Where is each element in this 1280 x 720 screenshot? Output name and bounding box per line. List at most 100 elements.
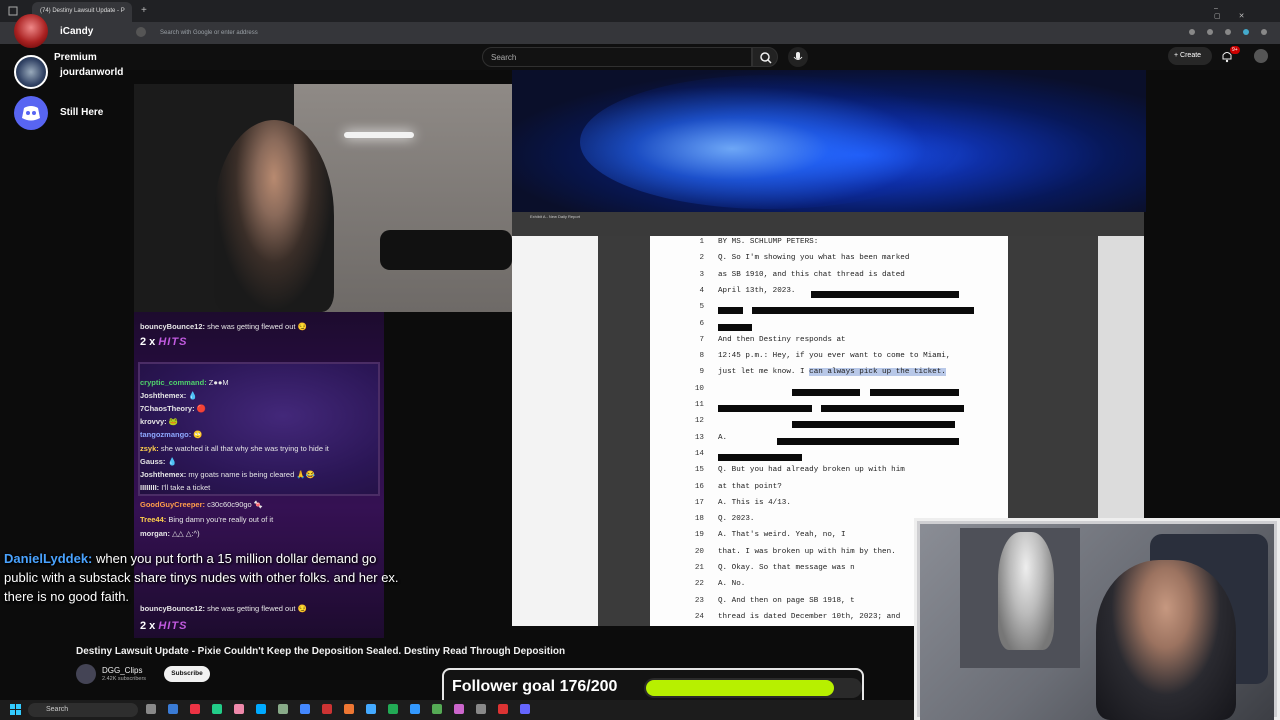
- line-text: Q. But you had already broken up with hi…: [718, 466, 905, 475]
- notification-badge: 9+: [1230, 46, 1240, 54]
- chat-message: 7ChaosTheory: 🔴: [140, 404, 206, 413]
- chat-text: she was getting flewed out 😏: [205, 322, 307, 331]
- windows-start-icon[interactable]: [10, 704, 21, 715]
- browser-tab[interactable]: (74) Destiny Lawsuit Update - P: [32, 2, 132, 22]
- line-number: 6: [699, 319, 704, 328]
- chat-username: zsyk:: [140, 444, 159, 453]
- line-number: 13: [694, 433, 704, 442]
- taskbar-app-icon[interactable]: [278, 704, 288, 714]
- taskbar-app-icon[interactable]: [520, 704, 530, 714]
- deposition-line: 14: [650, 450, 1008, 466]
- chat-username: GoodGuyCreeper:: [140, 500, 206, 509]
- line-number: 14: [694, 449, 704, 458]
- channel-name[interactable]: DGG_Clips: [102, 666, 142, 675]
- taskbar-app-icon[interactable]: [256, 704, 266, 714]
- taskbar-app-icon[interactable]: [168, 704, 178, 714]
- taskbar-app-icon[interactable]: [190, 704, 200, 714]
- taskbar-search[interactable]: Search: [28, 703, 138, 717]
- channel-avatar[interactable]: [76, 664, 96, 684]
- taskbar-app-icon[interactable]: [454, 704, 464, 714]
- line-number: 15: [694, 466, 704, 475]
- url-input[interactable]: Search with Google or enter address: [140, 26, 1040, 40]
- taskbar-app-icon[interactable]: [366, 704, 376, 714]
- chat-username: tangozmango:: [140, 430, 192, 439]
- line-number: 7: [699, 335, 704, 344]
- premium-label: Premium: [54, 52, 97, 63]
- chat-text: I'll take a ticket: [159, 483, 211, 492]
- create-label: Create: [1180, 52, 1202, 59]
- icandy-avatar: [14, 14, 48, 48]
- line-text: And then Destiny responds at: [718, 335, 846, 344]
- discord-icon: [14, 96, 48, 130]
- taskbar-app-icon[interactable]: [322, 704, 332, 714]
- chat-message: Joshthemex: my goats name is being clear…: [140, 470, 315, 479]
- search-button[interactable]: [752, 47, 778, 67]
- taskbar-app-icon[interactable]: [432, 704, 442, 714]
- subscribe-button[interactable]: Subscribe: [164, 666, 210, 682]
- search-icon: [760, 52, 772, 64]
- create-button[interactable]: + Create: [1168, 47, 1212, 65]
- browser-menu-icon[interactable]: [8, 6, 18, 16]
- taskbar-app-icon[interactable]: [300, 704, 310, 714]
- redaction-bar: [870, 388, 959, 396]
- deposition-line: 2 Q. So I'm showing you what has been ma…: [650, 254, 1008, 270]
- redaction-bar: [718, 453, 802, 461]
- taskbar-app-icon[interactable]: [476, 704, 486, 714]
- hits-word: HITS: [158, 620, 188, 632]
- webcam-light-bar: [344, 132, 414, 138]
- chat-text: 🙄: [191, 430, 203, 439]
- line-number: 1: [699, 238, 704, 246]
- chat-message: IIIIIIII: I'll take a ticket: [140, 483, 210, 492]
- taskbar-app-icon[interactable]: [234, 704, 244, 714]
- taskbar-app-icon[interactable]: [410, 704, 420, 714]
- line-number: 10: [694, 384, 704, 393]
- chat-message: cryptic_command: Z●●M: [140, 378, 229, 387]
- taskbar-app-icon[interactable]: [388, 704, 398, 714]
- chat-message: GoodGuyCreeper: c30c60c90go 🍬: [140, 500, 263, 509]
- chat-text: my goats name is being cleared 🙏😂: [186, 470, 315, 479]
- extensions-icons[interactable]: [1188, 28, 1268, 36]
- follower-goal-fill: [646, 680, 834, 696]
- follower-goal-label: Follower goal 176/200: [452, 678, 618, 695]
- chat-message: Joshthemex: 💧: [140, 391, 198, 400]
- line-text: A. That's weird. Yeah, no, I: [718, 531, 846, 540]
- deposition-line: 1 BY MS. SCHLUMP PETERS:: [650, 238, 1008, 254]
- taskbar-app-icon[interactable]: [344, 704, 354, 714]
- line-text: as SB 1910, and this chat thread is date…: [718, 270, 905, 279]
- highlighted-text: can always pick up the ticket.: [809, 368, 946, 377]
- pdf-margin-left: [598, 236, 650, 626]
- pdf-tab[interactable]: Exhibit A - New Daily Report: [530, 214, 590, 222]
- taskbar-app-icon[interactable]: [212, 704, 222, 714]
- redaction-bar: [718, 323, 752, 331]
- pdf-sidebar: [512, 236, 598, 626]
- hits-word: HITS: [158, 336, 188, 348]
- deposition-line: 8 12:45 p.m.: Hey, if you ever want to co…: [650, 352, 1008, 368]
- redaction-bar: [792, 421, 955, 429]
- line-text: A. This is 4/13.: [718, 498, 791, 507]
- redaction-bar: [811, 290, 959, 298]
- chat-username: IIIIIIII:: [140, 483, 160, 492]
- search-input[interactable]: Search: [482, 47, 752, 67]
- line-number: 18: [694, 515, 704, 524]
- line-number: 23: [694, 596, 704, 605]
- line-text: just let me know. I can always pick up t…: [718, 368, 946, 377]
- chat-message: krovvy: 🐸: [140, 417, 178, 426]
- redaction-bar: [718, 307, 743, 315]
- taskbar-app-icon[interactable]: [146, 704, 156, 714]
- tab-title: (74) Destiny Lawsuit Update - P: [40, 8, 125, 14]
- line-text: thread is dated December 10th, 2023; and: [718, 612, 901, 621]
- account-avatar[interactable]: [1254, 49, 1268, 63]
- new-tab-icon[interactable]: +: [141, 5, 147, 16]
- chat-message: tangozmango: 🙄: [140, 430, 203, 439]
- streamer-figure: [214, 120, 334, 312]
- chat-text: Bing damn you're really out of it: [166, 515, 274, 524]
- chat-message: Tree44: Bing damn you're really out of i…: [140, 515, 273, 524]
- microphone-arm: [380, 230, 512, 270]
- chat-message: bouncyBounce12: she was getting flewed o…: [140, 322, 307, 331]
- microphone-icon[interactable]: [788, 47, 808, 67]
- line-text: that. I was broken up with him by then.: [718, 547, 896, 556]
- redaction-bar: [777, 437, 959, 445]
- icandy-name: iCandy: [60, 26, 94, 37]
- line-number: 3: [699, 270, 704, 279]
- taskbar-app-icon[interactable]: [498, 704, 508, 714]
